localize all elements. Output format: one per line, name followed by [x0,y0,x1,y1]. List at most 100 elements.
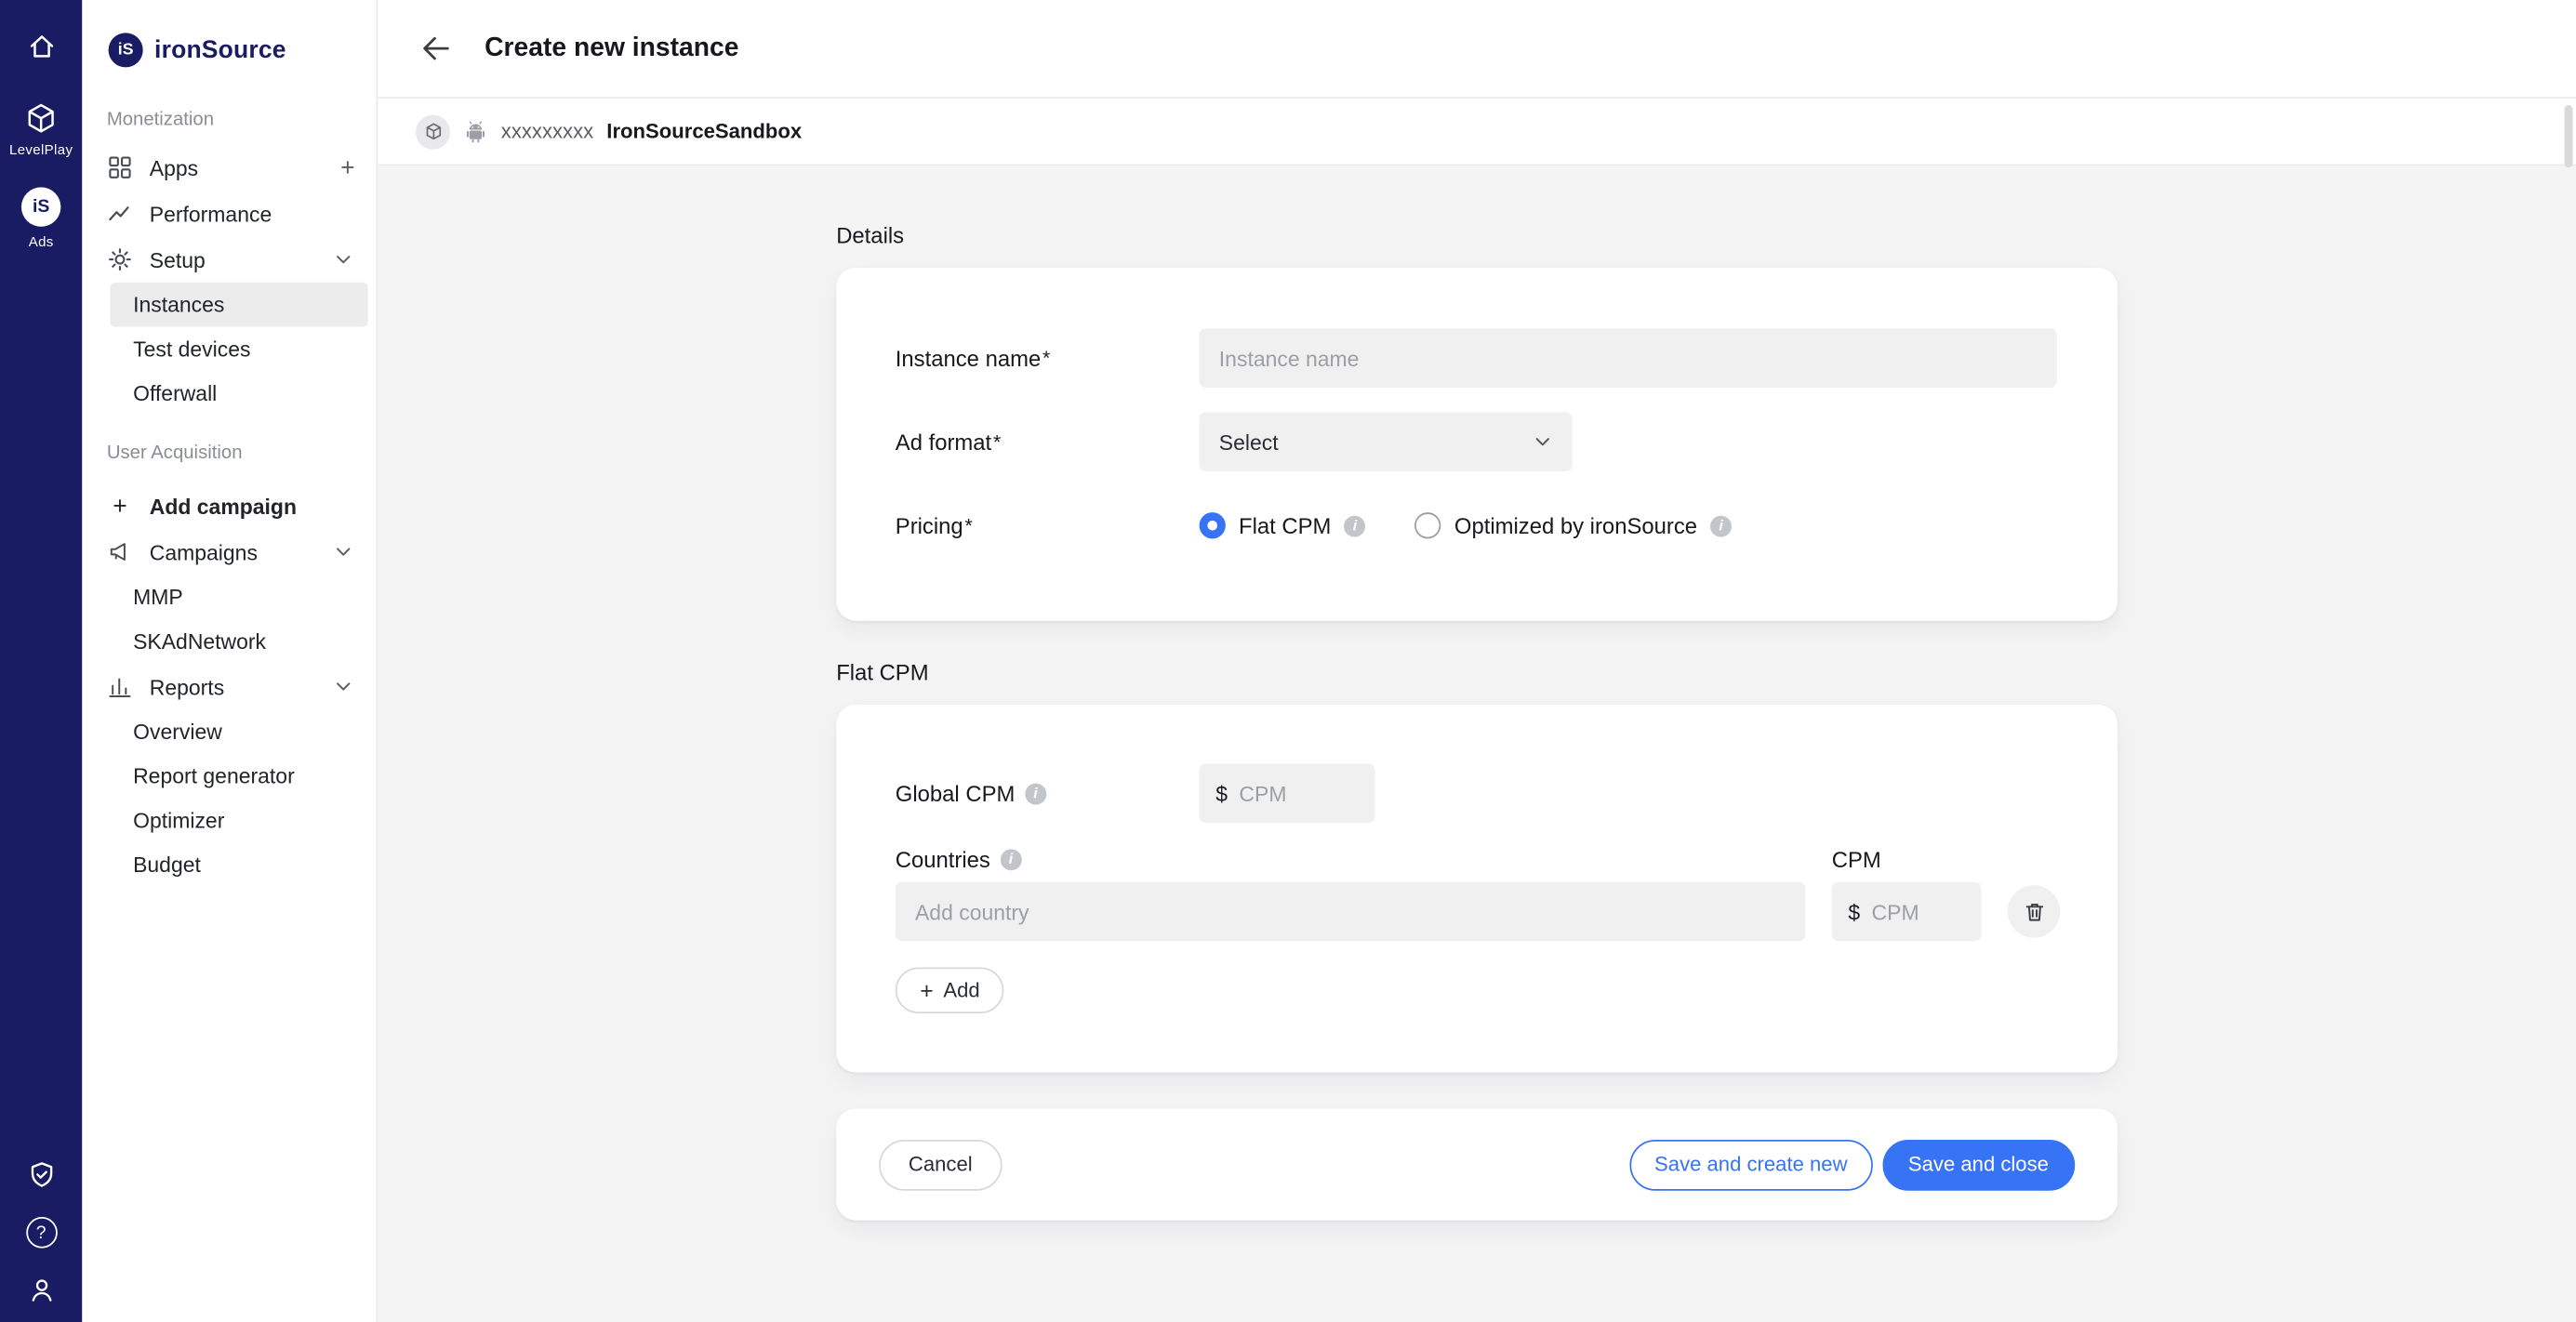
sidebar-item-apps[interactable]: Apps + [82,144,376,190]
optimized-radio-option[interactable]: Optimized by ironSource i [1414,512,1732,538]
countries-label: Countries i [896,847,1806,871]
global-cpm-row: Global CPM i $ [896,763,2057,823]
app-name: IronSourceSandbox [606,120,802,143]
sidebar-item-label: Campaigns [150,539,315,563]
info-icon[interactable]: i [1710,515,1732,536]
pricing-row: Pricing* Flat CPM i Optimized by ironSou… [896,496,2057,556]
scrollbar-thumb[interactable] [2565,105,2573,167]
instance-name-input[interactable] [1200,328,2057,388]
sidebar-item-mmp[interactable]: MMP [82,575,376,619]
delete-row-button[interactable] [2008,885,2061,938]
sidebar-item-performance[interactable]: Performance [82,191,376,236]
action-bar: Cancel Save and create new Save and clos… [836,1108,2118,1220]
info-icon[interactable]: i [1025,783,1046,804]
sidebar-item-budget[interactable]: Budget [82,842,376,887]
section-header-user-acquisition: User Acquisition [82,443,376,463]
save-and-close-button[interactable]: Save and close [1882,1139,2076,1190]
radio-selected-icon [1200,512,1226,538]
flat-cpm-card: Global CPM i $ Countries i CP [836,705,2118,1073]
instance-name-label: Instance name* [896,346,1200,370]
optimized-option-label: Optimized by ironSource [1454,513,1697,537]
sidebar-item-overview[interactable]: Overview [82,709,376,754]
save-and-create-new-button[interactable]: Save and create new [1630,1139,1872,1190]
rail-ads-button[interactable]: iS Ads [21,187,60,249]
main-area: Create new instance xxxxxxxxx IronSource… [378,0,2576,1322]
app-window: LevelPlay iS Ads ? iS ironSource Monetiz… [0,0,2576,1322]
sidebar: iS ironSource Monetization Apps + Perfor… [82,0,378,1322]
add-country-input[interactable] [896,882,1806,942]
country-cpm-field: $ [1832,882,1982,942]
page-content: Details Instance name* Ad format* Select [378,165,2576,1322]
ad-format-select[interactable]: Select [1200,412,1573,471]
chevron-down-icon [332,675,355,698]
global-cpm-input[interactable] [1239,781,1359,805]
sidebar-item-label: Reports [150,674,315,698]
country-cpm-input[interactable] [1872,899,1965,923]
apps-grid-icon [107,154,133,180]
product-rail: LevelPlay iS Ads ? [0,0,82,1322]
sidebar-item-reports[interactable]: Reports [82,664,376,709]
chevron-down-icon [332,248,355,271]
sidebar-item-label: SKAdNetwork [133,629,266,654]
pricing-label: Pricing* [896,513,1200,537]
add-app-button[interactable]: + [340,155,354,179]
cancel-button[interactable]: Cancel [879,1139,1002,1190]
performance-chart-icon [107,201,133,227]
sidebar-item-add-campaign[interactable]: + Add campaign [82,483,376,528]
details-section-title: Details [836,223,2118,247]
required-mark: * [1042,346,1050,369]
sidebar-item-label: Instances [133,292,224,316]
info-icon[interactable]: i [1000,848,1021,869]
rail-privacy-button[interactable] [25,1159,57,1191]
sidebar-item-campaigns[interactable]: Campaigns [82,529,376,575]
info-icon[interactable]: i [1345,515,1366,536]
sidebar-item-label: Performance [150,201,377,225]
ironsource-badge-icon: iS [21,187,60,226]
page-title: Create new instance [485,33,738,63]
sidebar-item-setup[interactable]: Setup [82,236,376,282]
brand-logo[interactable]: iS ironSource [82,0,376,99]
megaphone-icon [107,538,133,564]
ad-format-selected-value: Select [1219,430,1279,454]
sidebar-item-instances[interactable]: Instances [110,283,367,327]
sidebar-item-label: Optimizer [133,808,224,832]
sidebar-item-report-generator[interactable]: Report generator [82,754,376,799]
sidebar-item-label: Add campaign [150,494,377,518]
back-button[interactable] [418,32,453,66]
rail-levelplay-button[interactable]: LevelPlay [9,102,73,158]
sidebar-item-label: Test devices [133,337,250,361]
global-cpm-field: $ [1200,763,1375,823]
rail-home-button[interactable] [25,32,57,63]
sidebar-item-offerwall[interactable]: Offerwall [82,371,376,416]
page-header: Create new instance [378,0,2576,99]
countries-header-row: Countries i CPM [896,844,2057,874]
sidebar-item-label: MMP [133,585,183,609]
country-cpm-row: $ [896,882,2057,942]
plus-icon: + [920,979,933,1002]
flat-cpm-radio-option[interactable]: Flat CPM i [1200,512,1366,538]
sidebar-item-label: Setup [150,247,315,271]
cube-icon [423,122,443,141]
sidebar-item-label: Overview [133,720,222,744]
plus-icon: + [107,494,133,518]
add-button-label: Add [943,979,979,1002]
sidebar-item-test-devices[interactable]: Test devices [82,327,376,372]
cpm-column-label: CPM [1832,847,1982,871]
rail-bottom-group: ? [25,1159,57,1305]
sidebar-item-label: Budget [133,853,201,877]
details-card: Instance name* Ad format* Select [836,268,2118,621]
currency-symbol: $ [1848,899,1860,923]
rail-levelplay-label: LevelPlay [9,141,73,158]
sidebar-item-optimizer[interactable]: Optimizer [82,799,376,843]
ironsource-wordmark: ironSource [154,35,286,63]
android-icon [463,119,487,143]
rail-help-button[interactable]: ? [25,1217,57,1249]
section-header-monetization: Monetization [82,110,376,129]
radio-unselected-icon [1414,512,1441,538]
rail-account-button[interactable] [25,1275,57,1306]
add-country-row-button[interactable]: + Add [896,968,1004,1013]
sidebar-item-skadnetwork[interactable]: SKAdNetwork [82,619,376,664]
help-icon: ? [25,1217,57,1249]
currency-symbol: $ [1215,781,1228,805]
sidebar-item-label: Report generator [133,763,295,787]
